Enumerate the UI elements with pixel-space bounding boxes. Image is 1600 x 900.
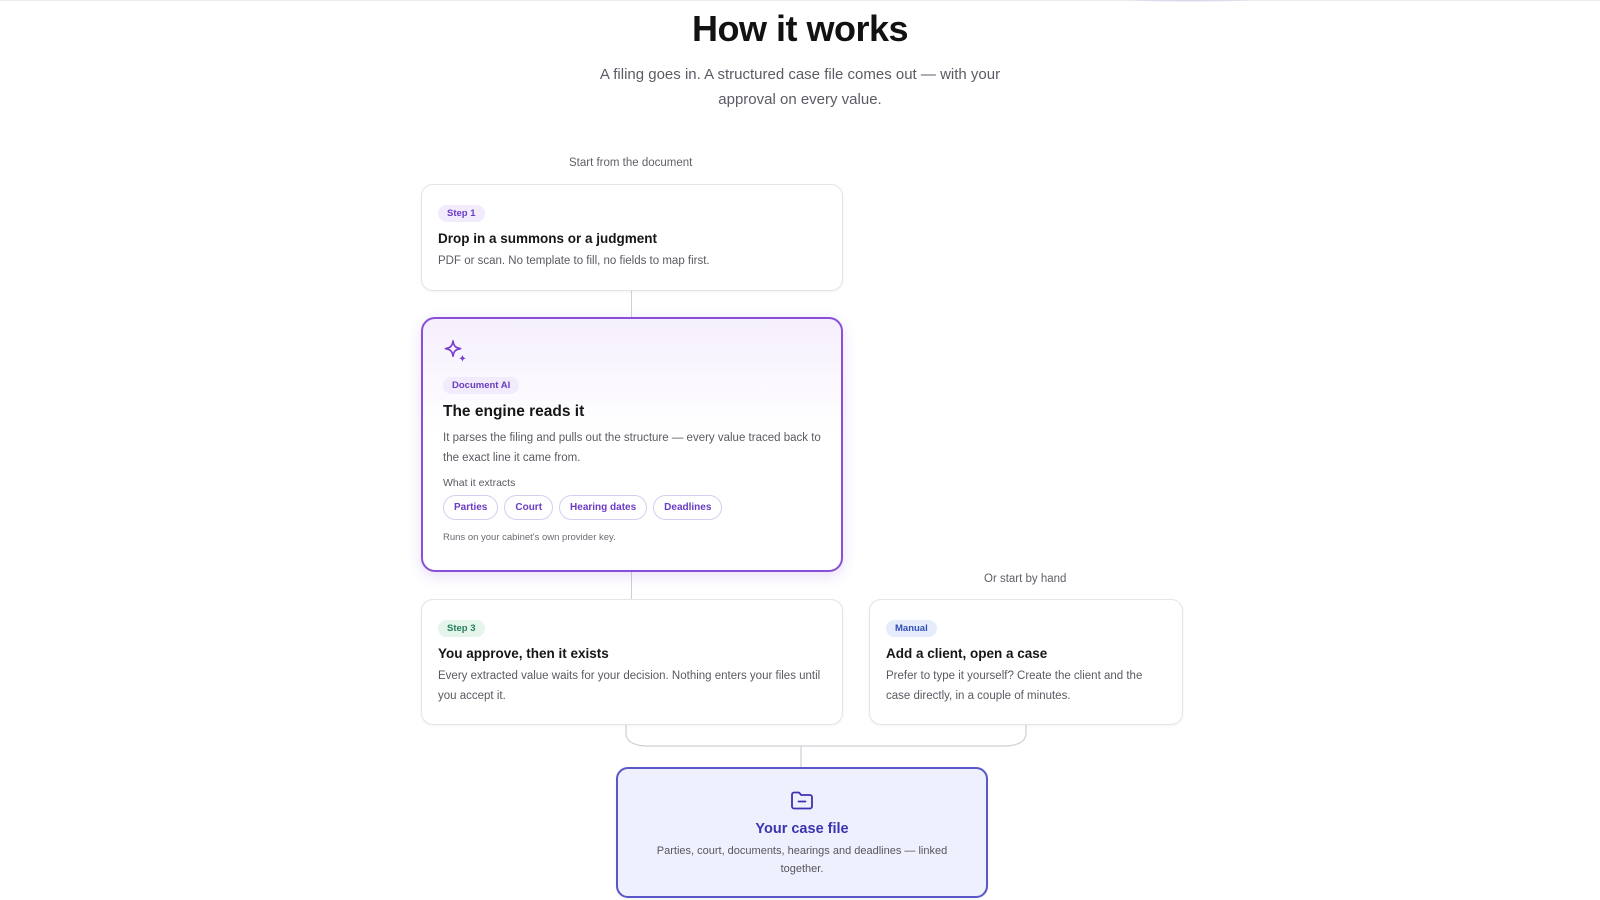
chip-hearing-dates: Hearing dates bbox=[559, 495, 648, 520]
case-file-description: Parties, court, documents, hearings and … bbox=[656, 845, 948, 875]
step1-title: Drop in a summons or a judgment bbox=[438, 231, 658, 246]
extracts-label: What it extracts bbox=[443, 477, 516, 489]
step3-title: You approve, then it exists bbox=[438, 646, 609, 661]
connector-merge bbox=[625, 725, 1027, 767]
caption-start-document: Start from the document bbox=[569, 157, 693, 169]
card-step3: Step 3 You approve, then it exists Every… bbox=[421, 599, 843, 725]
page-title: How it works bbox=[691, 8, 909, 49]
decorative-glow bbox=[1120, 0, 1260, 2]
manual-badge: Manual bbox=[886, 620, 937, 637]
step1-badge: Step 1 bbox=[438, 205, 485, 222]
manual-description: Prefer to type it yourself? Create the c… bbox=[886, 670, 1143, 702]
top-divider bbox=[0, 0, 1600, 1]
manual-title: Add a client, open a case bbox=[886, 646, 1048, 661]
connector-ai-step3 bbox=[631, 572, 632, 599]
folder-icon bbox=[791, 791, 813, 810]
caption-start-hand: Or start by hand bbox=[984, 573, 1067, 585]
card-manual: Manual Add a client, open a case Prefer … bbox=[869, 599, 1183, 725]
ai-footnote: Runs on your cabinet's own provider key. bbox=[443, 532, 616, 543]
step3-badge: Step 3 bbox=[438, 620, 485, 637]
step1-description: PDF or scan. No template to fill, no fie… bbox=[438, 255, 710, 267]
extract-chips: Parties Court Hearing dates Deadlines bbox=[443, 495, 821, 520]
card-step1: Step 1 Drop in a summons or a judgment P… bbox=[421, 184, 843, 291]
ai-badge: Document AI bbox=[443, 377, 520, 394]
card-document-ai: Document AI The engine reads it It parse… bbox=[421, 317, 843, 572]
connector-step1-ai bbox=[631, 291, 632, 317]
page-subtitle: A filing goes in. A structured case file… bbox=[599, 66, 1001, 108]
chip-deadlines: Deadlines bbox=[653, 495, 723, 520]
chip-parties: Parties bbox=[443, 495, 499, 520]
case-file-title: Your case file bbox=[755, 821, 849, 837]
sparkles-icon bbox=[444, 340, 467, 363]
chip-court: Court bbox=[504, 495, 554, 520]
step3-description: Every extracted value waits for your dec… bbox=[438, 670, 821, 702]
ai-description: It parses the filing and pulls out the s… bbox=[443, 432, 821, 464]
ai-title: The engine reads it bbox=[443, 403, 585, 420]
card-case-file: Your case file Parties, court, documents… bbox=[616, 767, 988, 898]
